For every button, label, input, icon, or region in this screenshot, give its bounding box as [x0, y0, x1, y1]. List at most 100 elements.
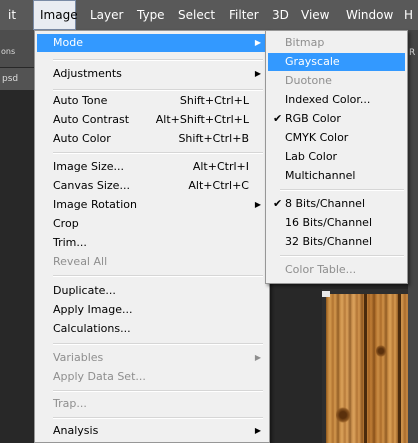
- menu-separator: [53, 390, 263, 392]
- menu-image[interactable]: Image: [33, 0, 78, 30]
- mode-item-32-bits-label: 32 Bits/Channel: [285, 235, 373, 248]
- menu-item-auto-contrast-label: Auto Contrast: [53, 113, 130, 126]
- menu-item-apply-data-set-label: Apply Data Set...: [53, 370, 146, 383]
- menu-item-adjustments[interactable]: Adjustments ▶: [37, 65, 267, 83]
- menu-item-calculations[interactable]: Calculations...: [37, 320, 267, 338]
- mode-item-bitmap-label: Bitmap: [285, 36, 325, 49]
- menu-separator: [53, 275, 263, 277]
- menu-item-duplicate[interactable]: Duplicate...: [37, 282, 267, 300]
- image-menu: Mode ▶ Adjustments ▶ Auto Tone Shift+Ctr…: [34, 30, 270, 443]
- mode-item-indexed-color-label: Indexed Color...: [285, 93, 371, 106]
- menu-item-canvas-size[interactable]: Canvas Size... Alt+Ctrl+C: [37, 177, 267, 195]
- menu-type[interactable]: Type: [137, 0, 165, 30]
- menu-item-crop[interactable]: Crop: [37, 215, 267, 233]
- menu-edit-partial[interactable]: it: [8, 0, 16, 30]
- mode-item-32-bits[interactable]: 32 Bits/Channel: [268, 233, 405, 251]
- menu-item-trim-label: Trim...: [53, 236, 87, 249]
- menu-item-auto-contrast[interactable]: Auto Contrast Alt+Shift+Ctrl+L: [37, 111, 267, 129]
- document-tab[interactable]: psd: [0, 68, 34, 90]
- mode-item-16-bits-label: 16 Bits/Channel: [285, 216, 373, 229]
- menu-item-image-rotation-label: Image Rotation: [53, 198, 137, 211]
- menu-bar: it Image Layer Type Select Filter 3D Vie…: [0, 0, 418, 30]
- wood-texture-image: [322, 291, 408, 443]
- plank-gap: [398, 294, 401, 443]
- menu-help-partial[interactable]: H: [404, 0, 413, 30]
- mode-item-lab-color[interactable]: Lab Color: [268, 148, 405, 166]
- shortcut-auto-tone: Shift+Ctrl+L: [179, 94, 249, 107]
- mode-submenu: Bitmap Grayscale Duotone Indexed Color..…: [265, 30, 408, 284]
- mode-item-color-table: Color Table...: [268, 261, 405, 279]
- shortcut-auto-contrast: Alt+Shift+Ctrl+L: [155, 113, 249, 126]
- menu-item-trap: Trap...: [37, 395, 267, 413]
- menu-item-apply-image-label: Apply Image...: [53, 303, 133, 316]
- menu-item-auto-tone-label: Auto Tone: [53, 94, 108, 107]
- mode-item-rgb-color-label: RGB Color: [285, 112, 341, 125]
- menu-item-image-size-label: Image Size...: [53, 160, 125, 173]
- menu-item-trap-label: Trap...: [53, 397, 87, 410]
- mode-item-multichannel-label: Multichannel: [285, 169, 356, 182]
- menu-separator: [53, 152, 263, 154]
- wood-knot: [336, 406, 350, 424]
- menu-item-auto-color-label: Auto Color: [53, 132, 111, 145]
- mode-item-16-bits[interactable]: 16 Bits/Channel: [268, 214, 405, 232]
- menu-item-analysis-label: Analysis: [53, 424, 99, 437]
- menu-separator: [53, 89, 263, 91]
- mode-item-8-bits[interactable]: ✔ 8 Bits/Channel: [268, 195, 405, 213]
- right-panel-strip: R: [408, 30, 418, 443]
- mode-item-grayscale-label: Grayscale: [285, 55, 340, 68]
- mode-item-duotone: Duotone: [268, 72, 405, 90]
- menu-item-canvas-size-label: Canvas Size...: [53, 179, 130, 192]
- menu-item-duplicate-label: Duplicate...: [53, 284, 116, 297]
- menu-item-apply-data-set: Apply Data Set...: [37, 368, 267, 386]
- checkmark-icon: ✔: [273, 112, 283, 125]
- submenu-arrow-icon: ▶: [254, 200, 261, 209]
- right-panel-fragment: R: [409, 48, 416, 58]
- menu-separator: [53, 417, 263, 419]
- mode-item-grayscale[interactable]: Grayscale: [268, 53, 405, 71]
- shortcut-canvas-size: Alt+Ctrl+C: [188, 179, 249, 192]
- menu-item-crop-label: Crop: [53, 217, 79, 230]
- submenu-arrow-icon: ▶: [254, 426, 261, 435]
- menu-separator: [53, 59, 263, 61]
- menu-separator: [53, 343, 263, 345]
- menu-3d[interactable]: 3D: [272, 0, 289, 30]
- wood-knot: [376, 344, 386, 358]
- menu-item-analysis[interactable]: Analysis ▶: [37, 422, 267, 440]
- menu-item-mode[interactable]: Mode ▶: [37, 34, 267, 52]
- plank-gap: [364, 294, 367, 443]
- menu-filter[interactable]: Filter: [229, 0, 259, 30]
- menu-item-image-rotation[interactable]: Image Rotation ▶: [37, 196, 267, 214]
- menu-item-calculations-label: Calculations...: [53, 322, 131, 335]
- menu-item-image-size[interactable]: Image Size... Alt+Ctrl+I: [37, 158, 267, 176]
- menu-separator: [280, 189, 404, 191]
- mode-item-rgb-color[interactable]: ✔ RGB Color: [268, 110, 405, 128]
- mode-item-color-table-label: Color Table...: [285, 263, 357, 276]
- submenu-arrow-icon: ▶: [254, 38, 261, 47]
- menu-window[interactable]: Window: [346, 0, 393, 30]
- mode-item-8-bits-label: 8 Bits/Channel: [285, 197, 366, 210]
- submenu-arrow-icon: ▶: [254, 353, 261, 362]
- shortcut-image-size: Alt+Ctrl+I: [192, 160, 249, 173]
- menu-item-variables-label: Variables: [53, 351, 104, 364]
- mode-item-indexed-color[interactable]: Indexed Color...: [268, 91, 405, 109]
- menu-item-reveal-all: Reveal All: [37, 253, 267, 271]
- submenu-arrow-icon: ▶: [254, 69, 261, 78]
- menu-item-auto-tone[interactable]: Auto Tone Shift+Ctrl+L: [37, 92, 267, 110]
- menu-layer[interactable]: Layer: [90, 0, 123, 30]
- menu-separator: [280, 255, 404, 257]
- menu-select[interactable]: Select: [178, 0, 215, 30]
- menu-item-adjustments-label: Adjustments: [53, 67, 122, 80]
- menu-item-auto-color[interactable]: Auto Color Shift+Ctrl+B: [37, 130, 267, 148]
- menu-item-apply-image[interactable]: Apply Image...: [37, 301, 267, 319]
- shortcut-auto-color: Shift+Ctrl+B: [178, 132, 249, 145]
- menu-item-mode-label: Mode: [53, 36, 83, 49]
- menu-view[interactable]: View: [301, 0, 329, 30]
- mode-item-bitmap: Bitmap: [268, 34, 405, 52]
- menu-item-trim[interactable]: Trim...: [37, 234, 267, 252]
- mode-item-cmyk-color-label: CMYK Color: [285, 131, 349, 144]
- menu-item-reveal-all-label: Reveal All: [53, 255, 108, 268]
- mode-item-cmyk-color[interactable]: CMYK Color: [268, 129, 405, 147]
- options-fragment: ons: [1, 47, 16, 56]
- mode-item-multichannel[interactable]: Multichannel: [268, 167, 405, 185]
- mode-item-lab-color-label: Lab Color: [285, 150, 338, 163]
